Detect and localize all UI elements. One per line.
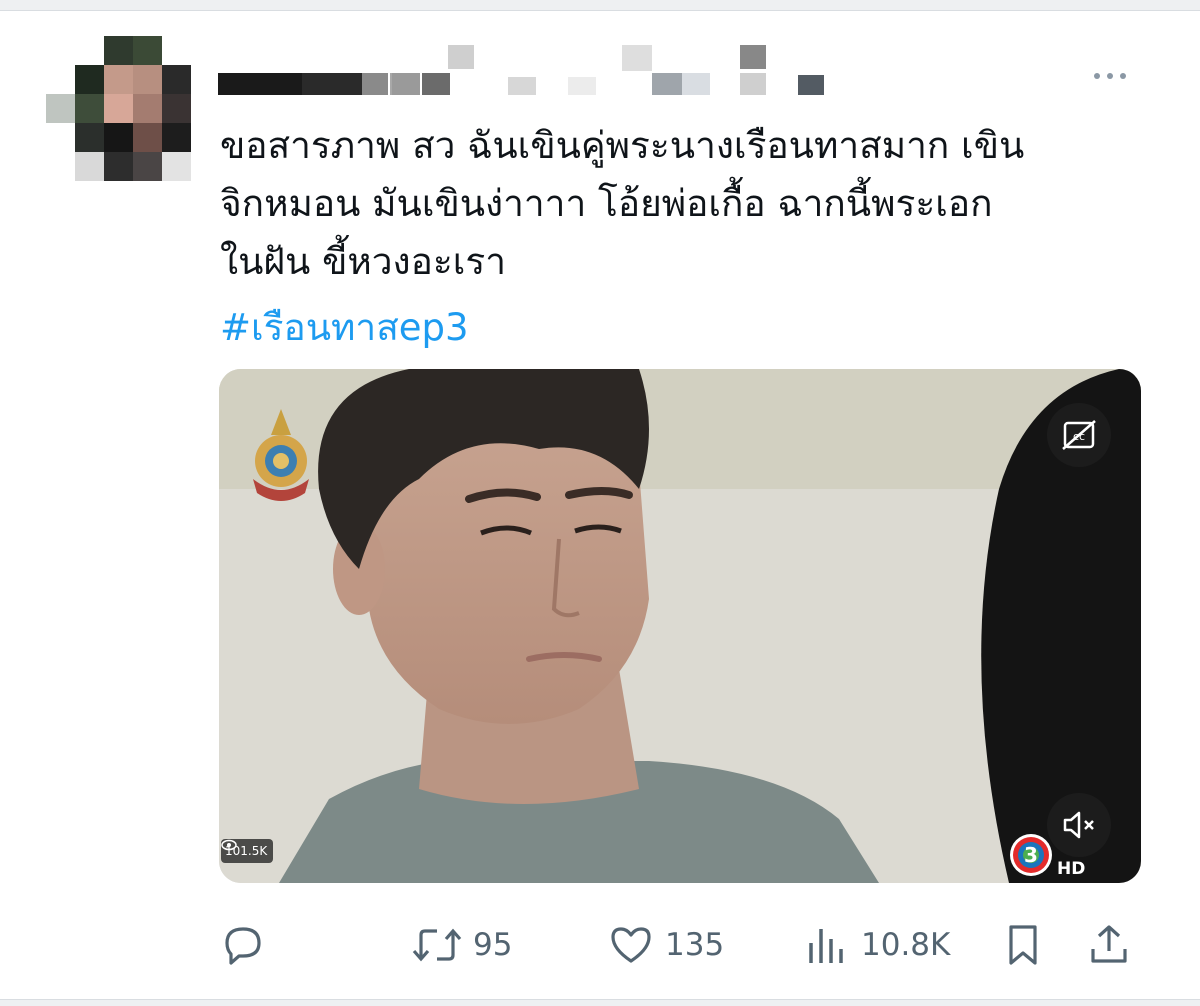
retweet-icon [412, 928, 462, 962]
share-icon [1091, 925, 1127, 963]
more-dot-icon [1120, 73, 1126, 79]
avatar[interactable] [46, 36, 191, 192]
reply-icon [225, 927, 261, 965]
author-name-redacted[interactable] [218, 43, 838, 101]
tweet-text: ขอสารภาพ สว ฉันเขินคู่พระนางเรือนทาสมาก … [220, 124, 1025, 283]
retweet-button[interactable]: 95 [411, 915, 512, 975]
views-count: 10.8K [861, 927, 951, 963]
svg-text:3: 3 [1024, 843, 1038, 867]
channel-3-logo: 3 HD [1007, 831, 1093, 881]
heart-icon [611, 927, 651, 963]
bookmark-icon [1009, 925, 1037, 965]
captions-button[interactable]: cc [1047, 403, 1111, 467]
more-dot-icon [1107, 73, 1113, 79]
captions-off-icon: cc [1062, 420, 1096, 450]
eye-icon [221, 839, 237, 851]
share-button[interactable] [1085, 915, 1133, 975]
video-frame [219, 369, 1141, 883]
hd-badge: HD [1057, 859, 1086, 879]
tweet-action-bar: 95 135 10.8K [219, 915, 1141, 975]
more-options-button[interactable] [1090, 59, 1134, 91]
retweet-count: 95 [473, 927, 513, 963]
hashtag-link[interactable]: #เรือนทาสep3 [220, 299, 469, 357]
video-player[interactable]: cc 101.5K 3 [219, 369, 1141, 883]
like-button[interactable]: 135 [607, 915, 724, 975]
views-button[interactable]: 10.8K [803, 915, 950, 975]
like-count: 135 [665, 927, 725, 963]
reply-button[interactable] [219, 915, 267, 975]
tweet-card: ขอสารภาพ สว ฉันเขินคู่พระนางเรือนทาสมาก … [0, 10, 1200, 1000]
analytics-icon [809, 929, 843, 963]
video-view-count: 101.5K [221, 839, 274, 863]
more-dot-icon [1094, 73, 1100, 79]
bookmark-button[interactable] [999, 915, 1047, 975]
